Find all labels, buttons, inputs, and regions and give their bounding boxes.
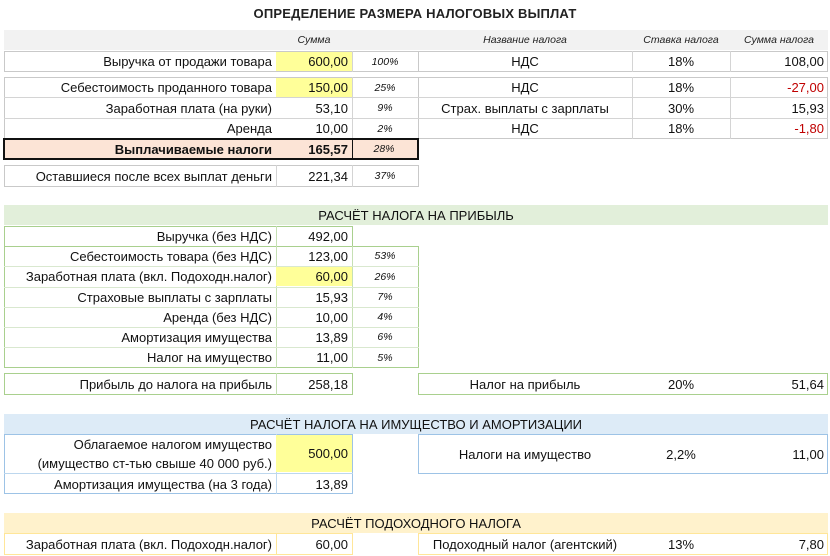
amortization-label: Амортизация имущества (на 3 года) xyxy=(54,476,272,492)
header-tax-name: Название налога xyxy=(483,34,567,46)
profit-before-tax-value: 258,18 xyxy=(308,376,348,392)
profit-row-pct: 5% xyxy=(377,351,393,364)
salary-label: Заработная плата (на руки) xyxy=(105,100,272,116)
revenue-tax-sum: 108,00 xyxy=(784,54,824,69)
cost-rate: 18% xyxy=(667,80,695,95)
revenue-pct: 100% xyxy=(371,55,399,68)
profit-row-label: Аренда (без НДС) xyxy=(163,309,272,325)
header-tax-sum: Сумма налога xyxy=(743,34,815,46)
salary-value: 53,10 xyxy=(315,100,348,116)
remaining-pct: 37% xyxy=(374,170,396,182)
profit-row-label: Выручка (без НДС) xyxy=(156,228,272,244)
income-salary-label: Заработная плата (вкл. Подоходн.налог) xyxy=(25,536,272,552)
salary-rate: 30% xyxy=(667,100,695,116)
cost-value[interactable]: 150,00 xyxy=(276,78,352,97)
profit-row-value: 492,00 xyxy=(308,228,348,244)
revenue-value[interactable]: 600,00 xyxy=(276,52,352,71)
cost-tax-sum: -27,00 xyxy=(787,80,824,95)
profit-row-value: 13,89 xyxy=(315,329,348,345)
profit-row-pct: 26% xyxy=(374,270,396,283)
income-tax-rate: 13% xyxy=(667,536,695,552)
property-tax-sum: 11,00 xyxy=(792,446,824,462)
rent-tax: НДС xyxy=(511,121,539,136)
property-tax-label: Налоги на имущество xyxy=(458,446,592,462)
property-tax-rate: 2,2% xyxy=(666,446,696,462)
remaining-label: Оставшиеся после всех выплат деньги xyxy=(35,168,272,184)
revenue-label: Выручка от продажи товара xyxy=(103,54,272,69)
profit-row-label: Амортизация имущества xyxy=(121,329,272,345)
income-section-title: РАСЧЁТ ПОДОХОДНОГО НАЛОГА xyxy=(4,513,828,533)
profit-row-pct: 6% xyxy=(377,331,393,343)
profit-salary-value[interactable]: 60,00 xyxy=(276,267,352,286)
profit-tax-sum: 51,64 xyxy=(791,376,824,392)
amortization-value: 13,89 xyxy=(315,476,348,492)
profit-row-label: Заработная плата (вкл. Подоходн.налог) xyxy=(25,269,272,284)
taxable-property-label: Облагаемое налогом имущество xyxy=(73,437,272,452)
cost-pct: 25% xyxy=(374,81,396,94)
remaining-value: 221,34 xyxy=(308,168,348,184)
salary-tax-sum: 15,93 xyxy=(791,100,824,116)
profit-row-label: Себестоимость товара (без НДС) xyxy=(70,248,272,264)
total-taxes-value: 165,57 xyxy=(308,141,348,157)
profit-section-title: РАСЧЁТ НАЛОГА НА ПРИБЫЛЬ xyxy=(4,205,828,225)
rent-rate: 18% xyxy=(667,121,695,136)
income-tax-sum: 7,80 xyxy=(798,536,824,552)
property-section-title: РАСЧЁТ НАЛОГА НА ИМУЩЕСТВО И АМОРТИЗАЦИИ xyxy=(4,414,828,434)
revenue-rate: 18% xyxy=(667,54,695,69)
cost-label: Себестоимость проданного товара xyxy=(60,80,272,95)
cost-tax: НДС xyxy=(511,80,539,95)
salary-pct: 9% xyxy=(377,102,393,114)
profit-row-value: 123,00 xyxy=(308,248,348,264)
profit-before-tax-label: Прибыль до налога на прибыль xyxy=(79,376,272,392)
taxable-property-note: (имущество ст-тью свыше 40 000 руб.) xyxy=(37,456,272,471)
revenue-tax: НДС xyxy=(511,54,539,69)
rent-label: Аренда xyxy=(226,121,272,136)
profit-row-pct: 53% xyxy=(374,250,396,262)
income-tax-label: Подоходный налог (агентский) xyxy=(432,536,618,552)
total-taxes-pct: 28% xyxy=(373,143,395,155)
taxable-property-value[interactable]: 500,00 xyxy=(276,435,352,472)
page-title: ОПРЕДЕЛЕНИЕ РАЗМЕРА НАЛОГОВЫХ ВЫПЛАТ xyxy=(253,5,577,21)
rent-tax-sum: -1,80 xyxy=(794,121,824,136)
salary-tax: Страх. выплаты с зарплаты xyxy=(441,100,609,116)
profit-tax-label: Налог на прибыль xyxy=(469,376,581,392)
total-taxes-label: Выплачиваемые налоги xyxy=(114,141,272,157)
profit-row-pct: 4% xyxy=(377,311,393,323)
income-salary-value: 60,00 xyxy=(315,536,348,552)
header-rate: Ставка налога xyxy=(643,34,719,46)
rent-pct: 2% xyxy=(377,122,393,135)
rent-value: 10,00 xyxy=(315,121,348,136)
header-sum: Сумма xyxy=(297,34,331,46)
profit-row-pct: 7% xyxy=(377,291,393,303)
profit-row-value: 11,00 xyxy=(316,350,348,365)
profit-tax-rate: 20% xyxy=(667,376,695,392)
profit-row-value: 10,00 xyxy=(315,309,348,325)
profit-row-label: Страховые выплаты с зарплаты xyxy=(77,289,272,305)
profit-row-value: 15,93 xyxy=(315,289,348,305)
profit-row-label: Налог на имущество xyxy=(146,350,272,365)
